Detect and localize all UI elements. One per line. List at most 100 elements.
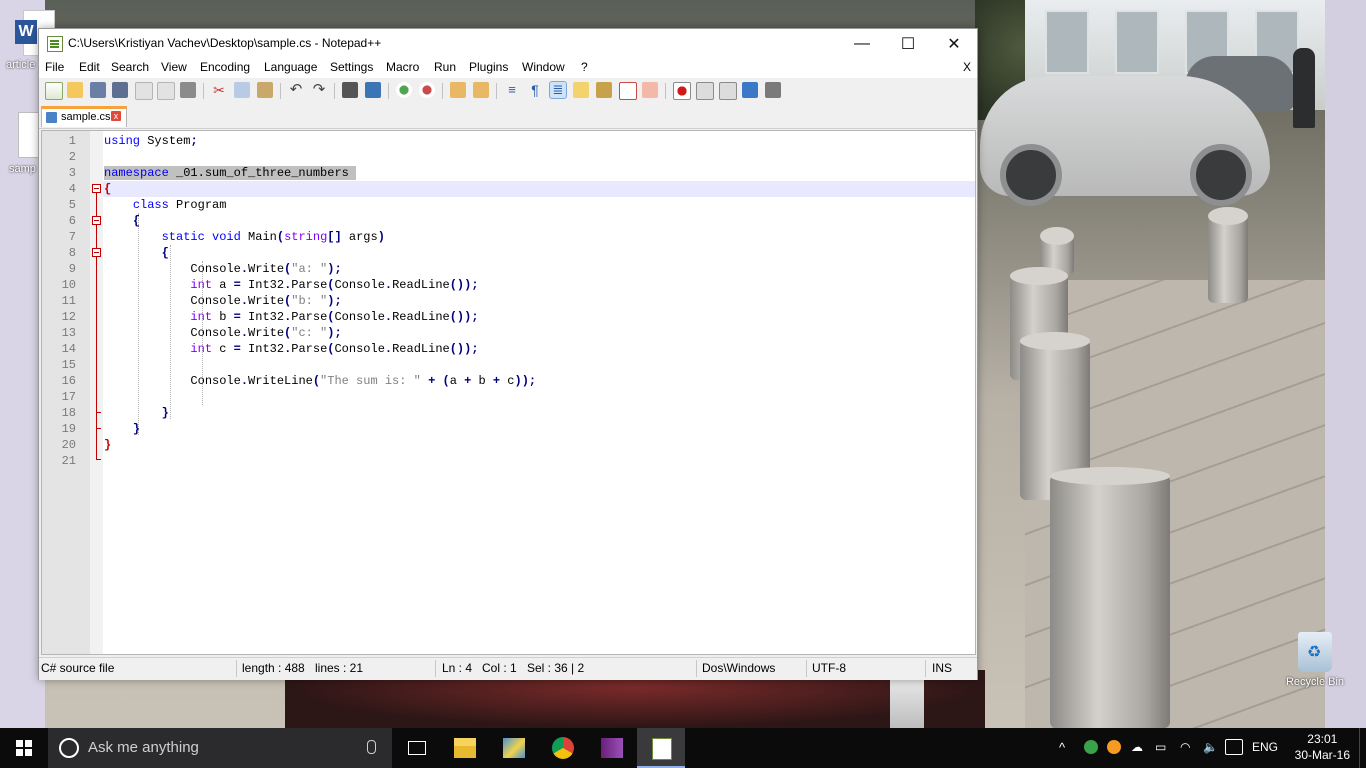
find-icon[interactable] [342, 82, 358, 98]
input-language[interactable]: ENG [1252, 740, 1278, 754]
code-line[interactable] [104, 453, 975, 469]
action-center-icon[interactable] [1225, 739, 1243, 755]
play-macro-icon[interactable] [719, 82, 737, 100]
menu-file[interactable]: File [45, 60, 64, 74]
code-line[interactable]: Console.Write("a: "); [104, 261, 975, 277]
menu-view[interactable]: View [161, 60, 187, 74]
code-line[interactable] [104, 149, 975, 165]
sync-vertical-icon[interactable] [450, 82, 466, 98]
task-view-button[interactable] [392, 728, 440, 768]
code-line[interactable] [104, 389, 975, 405]
show-desktop-button[interactable] [1359, 728, 1366, 768]
notepadpp-app-icon[interactable] [47, 36, 63, 52]
minimize-button[interactable]: — [839, 29, 885, 58]
close-icon[interactable] [135, 82, 153, 100]
code-line[interactable]: int c = Int32.Parse(Console.ReadLine()); [104, 341, 975, 357]
title-bar[interactable]: C:\Users\Kristiyan Vachev\Desktop\sample… [39, 29, 977, 58]
code-line[interactable]: static void Main(string[] args) [104, 229, 975, 245]
save-all-icon[interactable] [112, 82, 128, 98]
run-macro-multiple-icon[interactable] [742, 82, 758, 98]
menu-encoding[interactable]: Encoding [200, 60, 250, 74]
folder-workspace-icon[interactable] [642, 82, 658, 98]
tab-sample-cs[interactable]: sample.cs x [41, 106, 127, 127]
code-line[interactable]: } [104, 421, 975, 437]
fold-toggle[interactable] [92, 216, 101, 225]
menu-macro[interactable]: Macro [386, 60, 419, 74]
cortana-search-box[interactable]: Ask me anything [48, 728, 392, 768]
new-file-icon[interactable] [45, 82, 63, 100]
cut-icon[interactable]: ✂ [211, 82, 227, 98]
start-button[interactable] [0, 728, 48, 768]
close-document-button[interactable]: X [963, 60, 971, 74]
fold-toggle[interactable] [92, 184, 101, 193]
user-lang-icon[interactable] [573, 82, 589, 98]
menu-settings[interactable]: Settings [330, 60, 373, 74]
record-macro-icon[interactable] [673, 82, 691, 100]
doc-map-icon[interactable] [596, 82, 612, 98]
zoom-in-icon[interactable] [396, 82, 412, 98]
code-area[interactable]: using System; namespace _01.sum_of_three_… [103, 131, 975, 654]
status-insert-mode[interactable]: INS [932, 661, 952, 675]
code-line[interactable]: Console.Write("b: "); [104, 293, 975, 309]
print-icon[interactable] [180, 82, 196, 98]
code-line[interactable]: { [104, 181, 975, 197]
recycle-bin[interactable]: ♻ Recycle Bin [1280, 632, 1350, 688]
sync-horizontal-icon[interactable] [473, 82, 489, 98]
wifi-icon[interactable]: ◠ [1180, 740, 1190, 754]
undo-icon[interactable]: ↶ [288, 82, 304, 98]
paint-app-button[interactable] [490, 728, 538, 768]
open-file-icon[interactable] [67, 82, 83, 98]
close-all-icon[interactable] [157, 82, 175, 100]
paste-icon[interactable] [257, 82, 273, 98]
fold-toggle[interactable] [92, 248, 101, 257]
notepadpp-taskbar-button[interactable] [637, 728, 685, 768]
power-icon[interactable]: ▭ [1155, 740, 1166, 754]
code-line[interactable]: class Program [104, 197, 975, 213]
stop-macro-icon[interactable] [696, 82, 714, 100]
replace-icon[interactable] [365, 82, 381, 98]
indent-guide-icon[interactable]: ≣ [549, 81, 567, 99]
save-icon[interactable] [90, 82, 106, 98]
code-line[interactable]: } [104, 405, 975, 421]
menu-plugins[interactable]: Plugins [469, 60, 508, 74]
visual-studio-button[interactable] [588, 728, 636, 768]
volume-icon[interactable]: 🔈 [1203, 740, 1218, 754]
code-line[interactable] [104, 357, 975, 373]
code-line[interactable]: int b = Int32.Parse(Console.ReadLine()); [104, 309, 975, 325]
word-wrap-icon[interactable]: ≡ [504, 82, 520, 98]
code-line[interactable]: Console.WriteLine("The sum is: " + (a + … [104, 373, 975, 389]
code-line[interactable]: int a = Int32.Parse(Console.ReadLine()); [104, 277, 975, 293]
menu-edit[interactable]: Edit [79, 60, 100, 74]
utorrent-icon[interactable] [1084, 740, 1098, 754]
function-list-icon[interactable] [619, 82, 637, 100]
maximize-button[interactable]: ☐ [885, 29, 931, 58]
zoom-out-icon[interactable] [419, 82, 435, 98]
tab-close-icon[interactable]: x [111, 111, 121, 121]
menu-search[interactable]: Search [111, 60, 149, 74]
menu-run[interactable]: Run [434, 60, 456, 74]
show-hidden-icons-chevron-icon[interactable]: ^ [1059, 740, 1065, 755]
avast-icon[interactable] [1107, 740, 1121, 754]
redo-icon[interactable]: ↷ [311, 82, 327, 98]
code-line[interactable]: { [104, 245, 975, 261]
code-line[interactable]: using System; [104, 133, 975, 149]
show-all-chars-icon[interactable]: ¶ [527, 82, 543, 98]
chrome-button[interactable] [539, 728, 587, 768]
close-button[interactable]: ✕ [931, 29, 977, 58]
copy-icon[interactable] [234, 82, 250, 98]
save-macro-icon[interactable] [765, 82, 781, 98]
onedrive-icon[interactable]: ☁ [1131, 740, 1143, 754]
code-line[interactable]: } [104, 437, 975, 453]
menu-window[interactable]: Window [522, 60, 565, 74]
status-eol-format[interactable]: Dos\Windows [702, 661, 775, 675]
menu-language[interactable]: Language [264, 60, 317, 74]
code-editor[interactable]: 1 2 3 4 5 6 7 8 9 10 11 12 13 14 15 16 1… [41, 130, 976, 655]
microphone-icon[interactable] [367, 740, 376, 754]
code-line[interactable]: { [104, 213, 975, 229]
menu-help[interactable]: ? [581, 60, 588, 74]
code-line[interactable]: Console.Write("c: "); [104, 325, 975, 341]
clock[interactable]: 23:01 30-Mar-16 [1295, 731, 1350, 763]
code-line[interactable]: namespace _01.sum_of_three_numbers [104, 165, 975, 181]
status-encoding[interactable]: UTF-8 [812, 661, 846, 675]
file-explorer-button[interactable] [441, 728, 489, 768]
